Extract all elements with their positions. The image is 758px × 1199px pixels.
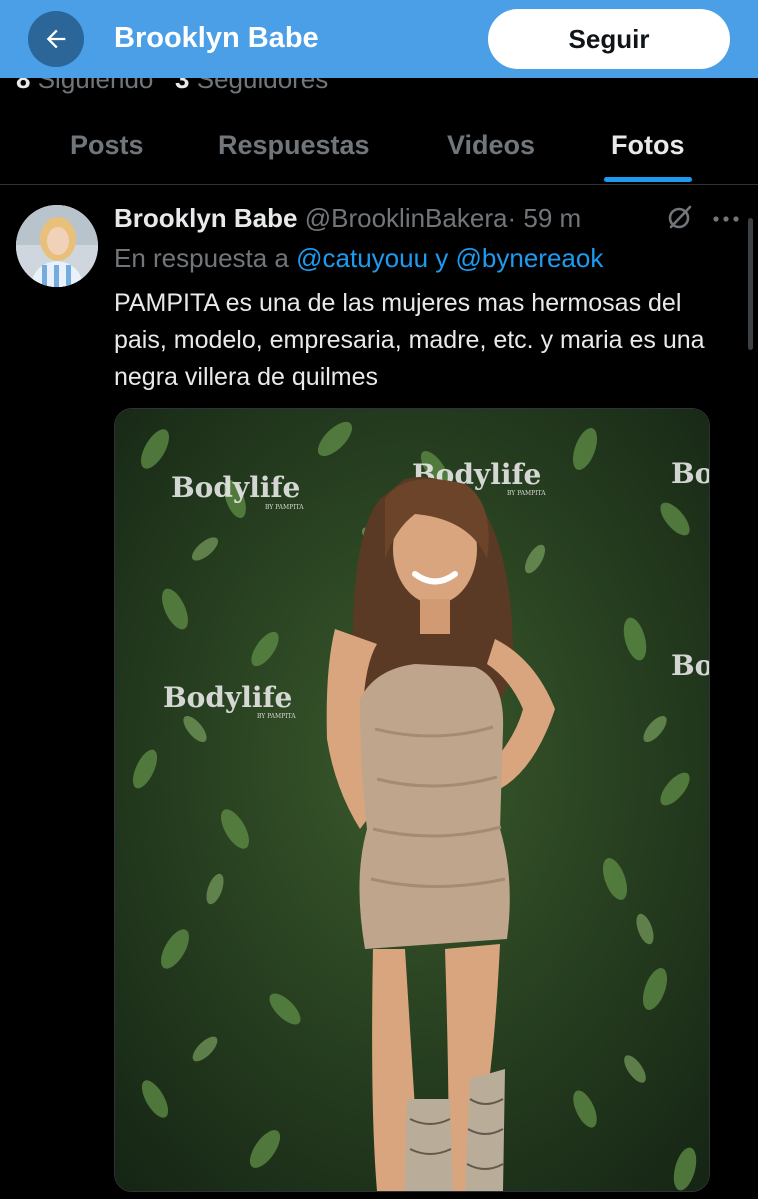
avatar[interactable] (16, 205, 98, 287)
svg-text:BY PAMPITA: BY PAMPITA (265, 504, 304, 511)
grok-icon (668, 205, 692, 229)
more-options-button[interactable] (712, 211, 740, 229)
svg-text:BY PAMPITA: BY PAMPITA (507, 490, 546, 497)
follow-button[interactable]: Seguir (488, 9, 730, 69)
reply-conjunction: y (435, 243, 449, 273)
reply-prefix: En respuesta a (114, 243, 289, 273)
active-tab-indicator (604, 177, 692, 182)
back-arrow-icon (46, 29, 66, 49)
svg-text:BY PAMPITA: BY PAMPITA (257, 713, 296, 720)
svg-text:Bodylife: Bodylife (163, 681, 292, 714)
post-text: PAMPITA es una de las mujeres mas hermos… (114, 289, 705, 391)
svg-text:Bodylife: Bodylife (171, 471, 300, 504)
reply-context: En respuesta a @catuyouu y @bynereaok (114, 243, 603, 274)
svg-text:Bo: Bo (671, 649, 709, 682)
post-photo[interactable]: Bodylife BY PAMPITA Bodylife BY PAMPITA … (114, 408, 710, 1192)
photo-image: Bodylife BY PAMPITA Bodylife BY PAMPITA … (115, 409, 709, 1191)
tab-fotos[interactable]: Fotos (611, 130, 685, 161)
meta-separator: · (507, 203, 517, 233)
avatar-photo (16, 205, 98, 287)
author-name[interactable]: Brooklyn Babe (114, 203, 298, 233)
profile-header: Brooklyn Babe Seguir (0, 0, 758, 78)
svg-text:Bo: Bo (671, 457, 709, 490)
tab-videos[interactable]: Videos (447, 130, 535, 161)
tab-respuestas[interactable]: Respuestas (218, 130, 370, 161)
author-handle[interactable]: @BrooklinBakera (305, 203, 508, 233)
post-meta: Brooklyn Babe @BrooklinBakera· 59 m (114, 203, 581, 234)
more-options-icon (713, 216, 739, 222)
tab-posts[interactable]: Posts (70, 130, 144, 161)
mention-link[interactable]: @catuyouu (296, 243, 428, 273)
mention-link[interactable]: @bynereaok (456, 243, 604, 273)
header-title: Brooklyn Babe (114, 22, 319, 54)
back-button[interactable] (28, 11, 84, 67)
profile-tabs: Posts Respuestas Videos Fotos (0, 106, 758, 185)
grok-button[interactable] (666, 203, 694, 236)
scrollbar[interactable] (748, 218, 753, 350)
post-time[interactable]: 59 m (523, 203, 581, 233)
